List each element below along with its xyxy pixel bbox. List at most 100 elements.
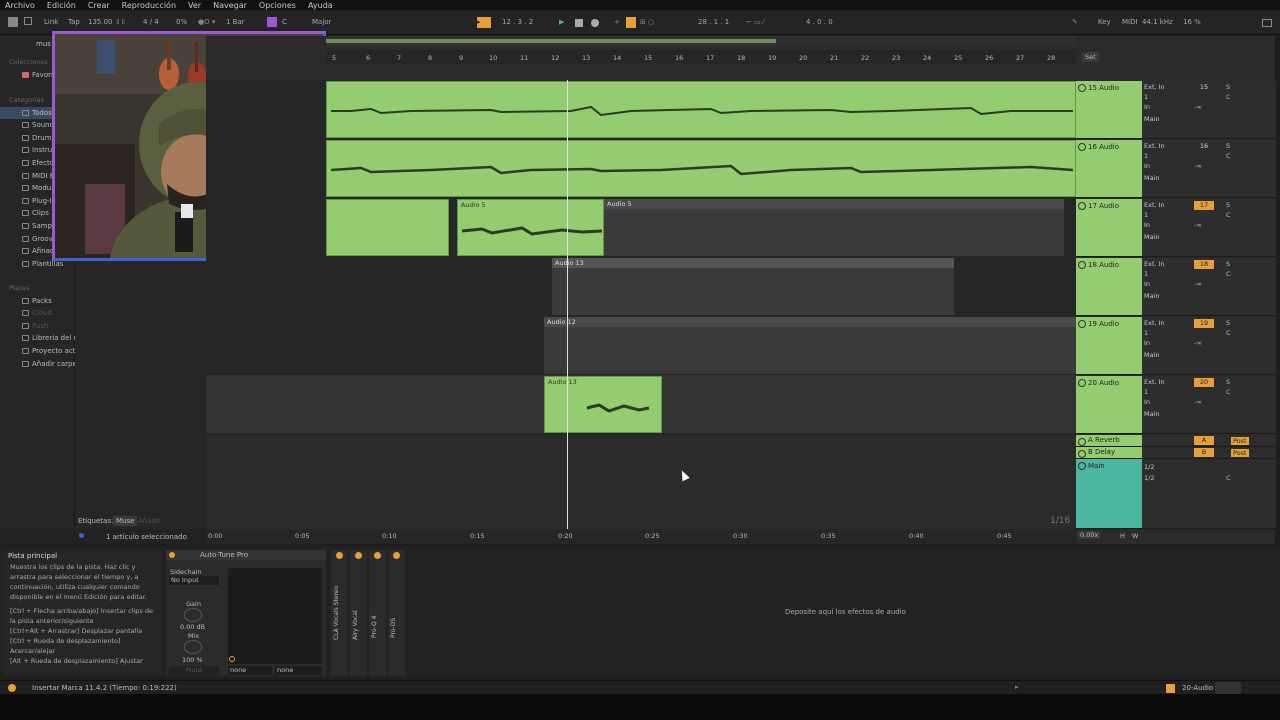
loop-length[interactable]: 4 . 0 . 0: [806, 17, 833, 28]
tap-button[interactable]: Tap: [68, 17, 80, 28]
waveform: [331, 164, 1073, 176]
view-switch-icon[interactable]: [1215, 682, 1241, 694]
audio-clip-track19[interactable]: Audio 12: [544, 317, 1076, 374]
audio-clip-track15[interactable]: [326, 81, 1076, 138]
device-chain: CLA Vocals Stereo Airy Vocal Pro-Q 4 Pro…: [331, 550, 406, 676]
info-text: [Alt + Rueda de desplazamiento] Ajustar: [10, 657, 143, 665]
scale-select[interactable]: Major: [312, 17, 331, 28]
audio-clip-audio5-muted[interactable]: Audio 5: [604, 199, 1064, 256]
menu-archivo[interactable]: Archivo: [5, 1, 35, 10]
track-header-17[interactable]: 17 Audio Ext. In 1 In Main 17 S C -∞: [1076, 199, 1276, 257]
category-icon: [22, 210, 29, 217]
plugin-display[interactable]: [228, 568, 322, 664]
key-map-button[interactable]: Key: [1098, 17, 1111, 28]
return-track-b[interactable]: B Delay B Post: [1076, 447, 1276, 459]
bar-ruler[interactable]: 5 6 7 8 9 10 11 12 13 14 15 16 17 18 19 …: [326, 50, 1076, 64]
place-item[interactable]: Proyecto actu: [0, 345, 75, 358]
audio-clip-audio5[interactable]: Audio 5: [457, 199, 604, 256]
plugin-select-2[interactable]: none: [275, 666, 322, 675]
place-item[interactable]: Push: [0, 320, 75, 333]
arrangement-zoom[interactable]: 0.00x: [1078, 531, 1101, 539]
menu-ver[interactable]: Ver: [188, 1, 201, 10]
folded-device[interactable]: Pro-DS: [388, 550, 405, 676]
tag-add[interactable]: Añadir: [138, 517, 161, 525]
main-track[interactable]: Main 1/2 1/2 C: [1076, 459, 1276, 529]
bar-number: 9: [459, 54, 464, 62]
playhead: [567, 80, 568, 530]
menu-navegar[interactable]: Navegar: [213, 1, 247, 10]
browser-toggle-icon[interactable]: [8, 17, 18, 27]
draw-mode-icon[interactable]: ✎: [1072, 17, 1078, 28]
bar-number: 19: [768, 54, 777, 62]
groove-percent[interactable]: 0%: [176, 17, 187, 28]
w-toggle[interactable]: W: [1132, 532, 1138, 540]
stop-icon[interactable]: [575, 19, 583, 27]
loop-start[interactable]: 28 . 1 . 1: [698, 17, 729, 28]
track-header-19[interactable]: 19 Audio Ext. In 1 In Main 19 S C -∞: [1076, 317, 1276, 375]
place-icon: [22, 347, 29, 354]
folded-device[interactable]: CLA Vocals Stereo: [331, 550, 348, 676]
view-icon[interactable]: [24, 17, 32, 25]
time-ruler[interactable]: 0:00 0:05 0:10 0:15 0:20 0:25 0:30 0:35 …: [206, 529, 1076, 544]
places-list: Places Packs Cloud Push Librería del u P…: [0, 282, 75, 370]
place-item[interactable]: Añadir carpet: [0, 358, 75, 371]
punch-icons[interactable]: ⌐ ▭ ⁄: [746, 17, 764, 28]
menu-crear[interactable]: Crear: [88, 1, 110, 10]
tag-muse[interactable]: Muse: [113, 516, 138, 526]
waveform: [462, 226, 602, 236]
device-power-icon[interactable]: [169, 552, 175, 558]
audio-clip-track20[interactable]: Audio 13: [544, 376, 662, 433]
menu-opciones[interactable]: Opciones: [259, 1, 296, 10]
track-header-16[interactable]: 16 Audio Ext. In 1 In Main 16 S C -∞: [1076, 140, 1276, 198]
menu-edicion[interactable]: Edición: [47, 1, 76, 10]
overdub-icon[interactable]: +: [614, 17, 620, 28]
scale-icon[interactable]: [267, 17, 277, 27]
midi-map-button[interactable]: MIDI: [1122, 17, 1138, 28]
track-header-15[interactable]: 15 Audio Ext. In 1 In Main 15 S C -∞: [1076, 81, 1276, 139]
link-button[interactable]: Link: [44, 17, 58, 28]
autotune-device[interactable]: Auto-Tune Pro Sidechain No Input Gain 0.…: [166, 550, 326, 676]
follow-button[interactable]: ▸: [477, 17, 491, 28]
return-track-a[interactable]: A Reverb A Post: [1076, 435, 1276, 447]
h-toggle[interactable]: H: [1120, 532, 1125, 540]
category-icon: [22, 185, 29, 192]
overview-strip[interactable]: [326, 36, 1076, 46]
song-position[interactable]: 12 . 3 . 2: [502, 17, 533, 28]
key-select[interactable]: C: [282, 17, 287, 28]
place-item[interactable]: Cloud: [0, 307, 75, 320]
record-quantize-icon[interactable]: ●O ▾: [198, 17, 215, 28]
bar-number: 13: [582, 54, 591, 62]
browser-search-text[interactable]: mus: [36, 40, 51, 48]
audio-clip-track18[interactable]: Audio 13: [552, 258, 954, 315]
folded-device[interactable]: Airy Vocal: [350, 550, 367, 676]
track-header-20[interactable]: 20 Audio Ext. In 1 In Main 20 S C -∞: [1076, 376, 1276, 434]
menu-ayuda[interactable]: Ayuda: [308, 1, 333, 10]
automation-arm-icon[interactable]: [626, 17, 636, 28]
arrangement-view[interactable]: 5 6 7 8 9 10 11 12 13 14 15 16 17 18 19 …: [206, 36, 1276, 544]
window-icon[interactable]: [1262, 19, 1272, 27]
bar-number: 16: [675, 54, 684, 62]
time-signature[interactable]: 4 / 4: [143, 17, 159, 28]
sidechain-input-select[interactable]: No Input: [169, 576, 219, 585]
mix-knob[interactable]: [184, 640, 202, 654]
play-icon[interactable]: ▶: [559, 17, 564, 28]
loop-icon[interactable]: ⊞ ○: [640, 17, 654, 28]
audio-clip-track17-a[interactable]: [326, 199, 449, 256]
track-header-18[interactable]: 18 Audio Ext. In 1 In Main 18 S C -∞: [1076, 258, 1276, 316]
audio-clip-track16[interactable]: [326, 140, 1076, 197]
metronome-icon[interactable]: Ⅱ Ⅱ: [116, 17, 125, 28]
bar-number: 7: [397, 54, 402, 62]
gain-knob[interactable]: [184, 608, 202, 622]
mute-button[interactable]: Mute: [169, 666, 219, 675]
place-item[interactable]: Packs: [0, 295, 75, 308]
play-small-icon[interactable]: ▸: [1015, 683, 1019, 691]
place-item[interactable]: Librería del u: [0, 332, 75, 345]
tempo-field[interactable]: 135.00: [88, 17, 113, 28]
set-locator-button[interactable]: Set: [1082, 52, 1099, 62]
menu-reproduccion[interactable]: Reproducción: [122, 1, 176, 10]
folded-device[interactable]: Pro-Q 4: [369, 550, 386, 676]
plugin-select-1[interactable]: none: [228, 666, 272, 675]
record-icon[interactable]: [591, 19, 599, 27]
quantize-select[interactable]: 1 Bar: [226, 17, 245, 28]
bar-number: 28: [1047, 54, 1056, 62]
